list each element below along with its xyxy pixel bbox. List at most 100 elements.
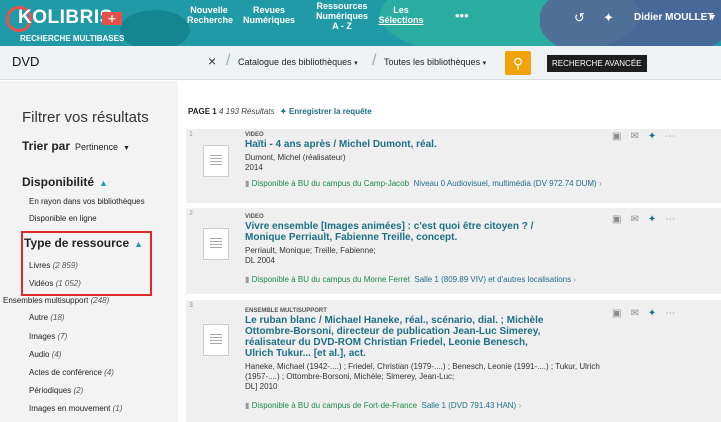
- meta-line: Dumont, Michel (réalisateur): [245, 153, 346, 162]
- mail-icon[interactable]: ✉: [630, 131, 638, 142]
- filter-label: Audio: [29, 350, 50, 359]
- bookmark-doc-icon[interactable]: ▣: [612, 308, 621, 319]
- more-icon[interactable]: ⋯: [665, 308, 675, 319]
- filter-count: (18): [50, 313, 65, 322]
- resource-type-heading[interactable]: Type de ressource ▲: [24, 236, 143, 250]
- nav-label: Numériques: [315, 11, 368, 21]
- filter-type-books[interactable]: Livres (2 859): [29, 261, 78, 270]
- filter-type-multisupport[interactable]: Ensembles multisupport (248): [3, 296, 109, 305]
- barcode-icon: ▮: [245, 275, 250, 284]
- divider: /: [372, 52, 377, 69]
- filter-type-moving-images[interactable]: Images en mouvement (1): [29, 404, 122, 413]
- nav-selections[interactable]: Les Sélections: [376, 5, 426, 25]
- result-meta: Haneke, Michael (1942-....) ; Friedel, C…: [245, 362, 600, 392]
- sort-label: Trier par: [22, 139, 71, 153]
- filter-online[interactable]: Disponible en ligne: [29, 214, 97, 223]
- history-icon[interactable]: ↺: [574, 10, 585, 26]
- pin-icon[interactable]: ✦: [648, 308, 656, 319]
- nav-label: Ressources: [316, 1, 368, 11]
- availability-link[interactable]: ▮ Disponible à BU du campus du Morne Fer…: [245, 275, 576, 284]
- results-area: PAGE 1 4 193 Résultats ✦ Enregistrer la …: [178, 81, 721, 422]
- availability-link[interactable]: ▮ Disponible à BU du campus de Fort-de-F…: [245, 401, 521, 410]
- user-name[interactable]: Didier MOULLET: [634, 12, 713, 23]
- save-query-button[interactable]: ✦ Enregistrer la requête: [280, 107, 372, 116]
- mail-icon[interactable]: ✉: [630, 214, 638, 225]
- bookmark-doc-icon[interactable]: ▣: [612, 131, 621, 142]
- document-icon[interactable]: [203, 228, 229, 260]
- result-index: 1: [189, 131, 193, 138]
- filter-label: Ensembles multisupport: [3, 296, 89, 305]
- library-select-value: Toutes les bibliothèques: [384, 57, 481, 67]
- nav-label: Numériques: [243, 15, 296, 25]
- availability-text: Disponible à BU du campus du Camp-Jacob: [251, 179, 410, 188]
- advanced-search-button[interactable]: RECHERCHE AVANCÉE: [547, 55, 647, 72]
- search-button[interactable]: ⚲: [505, 51, 531, 75]
- availability-text: Disponible à BU du campus du Morne Ferre…: [251, 275, 410, 284]
- nav-label: Revues: [252, 5, 286, 15]
- search-bar: DVD × / Catalogue des bibliothèques ▾ / …: [0, 46, 721, 80]
- divider: /: [226, 52, 231, 69]
- filter-type-other[interactable]: Autre (18): [29, 313, 65, 322]
- title-line: Ottombre-Borsoni, directeur de publicati…: [245, 326, 541, 337]
- availability-heading[interactable]: Disponibilité ▲: [22, 175, 108, 189]
- pin-icon[interactable]: ✦: [648, 214, 656, 225]
- meta-line: DL] 2010: [245, 382, 278, 391]
- filter-count: (2): [73, 386, 84, 395]
- filter-in-stock[interactable]: En rayon dans vos bibliothèques: [29, 197, 145, 206]
- nav-digital-resources[interactable]: Ressources Numériques A - Z: [312, 1, 372, 31]
- more-dots-icon[interactable]: •••: [455, 8, 469, 23]
- sort-select[interactable]: Pertinence ▼: [75, 142, 130, 152]
- chevron-down-icon[interactable]: ▼: [708, 12, 717, 22]
- result-title[interactable]: Vivre ensemble [Images animées] : c'est …: [245, 221, 533, 243]
- chevron-down-icon: ▾: [354, 60, 358, 67]
- result-actions: ▣ ✉ ✦ ⋯: [612, 131, 684, 142]
- document-icon[interactable]: [203, 145, 229, 177]
- search-input[interactable]: DVD: [12, 54, 39, 69]
- filter-count: (4): [104, 368, 114, 377]
- more-icon[interactable]: ⋯: [665, 214, 675, 225]
- result-type: VIDEO: [245, 214, 264, 220]
- result-index: 3: [189, 302, 193, 309]
- pin-icon[interactable]: ✦: [648, 131, 656, 142]
- document-icon[interactable]: [203, 324, 229, 356]
- filter-label: Images: [29, 332, 56, 341]
- result-item[interactable]: 1 VIDEO Haïti - 4 ans après / Michel Dum…: [186, 129, 721, 203]
- title-line: Le ruban blanc / Michael Haneke, réal., …: [245, 315, 544, 326]
- barcode-icon: ▮: [245, 401, 250, 410]
- nav-new-search[interactable]: Nouvelle Recherche: [187, 5, 233, 25]
- location-text: Salle 1 (DVD 791.43 HAN): [421, 401, 517, 410]
- filter-type-images[interactable]: Images (7): [29, 332, 67, 341]
- catalog-select[interactable]: Catalogue des bibliothèques ▾: [238, 57, 358, 67]
- filter-type-periodicals[interactable]: Périodiques (2): [29, 386, 83, 395]
- filter-type-conference[interactable]: Actes de conférence (4): [29, 368, 114, 377]
- meta-line: Perriault, Monique; Treille, Fabienne;: [245, 246, 376, 255]
- meta-line: (1957-....) ; Ottombre-Borsoni, Michèle;…: [245, 372, 455, 381]
- chevron-up-icon: ▲: [99, 178, 108, 188]
- pin-icon[interactable]: ✦: [603, 10, 614, 26]
- clear-search-icon[interactable]: ×: [208, 53, 216, 69]
- title-line: Haïti - 4 ans après / Michel Dumont, réa…: [245, 139, 437, 150]
- result-title[interactable]: Haïti - 4 ans après / Michel Dumont, réa…: [245, 139, 437, 150]
- filter-count: (1 052): [55, 279, 81, 288]
- result-item[interactable]: 3 ENSEMBLE MULTISUPPORT Le ruban blanc /…: [186, 300, 721, 422]
- nav-digital-journals[interactable]: Revues Numériques: [243, 5, 295, 25]
- result-item[interactable]: 2 VIDEO Vivre ensemble [Images animées] …: [186, 208, 721, 294]
- result-type: VIDEO: [245, 132, 264, 138]
- filter-title: Filtrer vos résultats: [22, 109, 149, 126]
- filter-label: Livres: [29, 261, 51, 270]
- pin-icon: ✦: [280, 107, 287, 116]
- filter-type-videos[interactable]: Vidéos (1 052): [29, 279, 81, 288]
- mail-icon[interactable]: ✉: [630, 308, 638, 319]
- library-select[interactable]: Toutes les bibliothèques ▾: [384, 57, 486, 67]
- nav-label: Les: [393, 5, 409, 15]
- sort-value: Pertinence: [75, 142, 119, 152]
- availability-link[interactable]: ▮ Disponible à BU du campus du Camp-Jaco…: [245, 179, 602, 188]
- kolibris-logo[interactable]: KOLIBRIS + RECHERCHE MULTIBASES: [6, 4, 166, 44]
- filter-type-audio[interactable]: Audio (4): [29, 350, 61, 359]
- filter-label: Périodiques: [29, 386, 72, 395]
- result-title[interactable]: Le ruban blanc / Michael Haneke, réal., …: [245, 315, 543, 359]
- more-icon[interactable]: ⋯: [665, 131, 675, 142]
- result-actions: ▣ ✉ ✦ ⋯: [612, 308, 684, 319]
- bookmark-doc-icon[interactable]: ▣: [612, 214, 621, 225]
- title-line: Vivre ensemble [Images animées] : c'est …: [245, 221, 534, 232]
